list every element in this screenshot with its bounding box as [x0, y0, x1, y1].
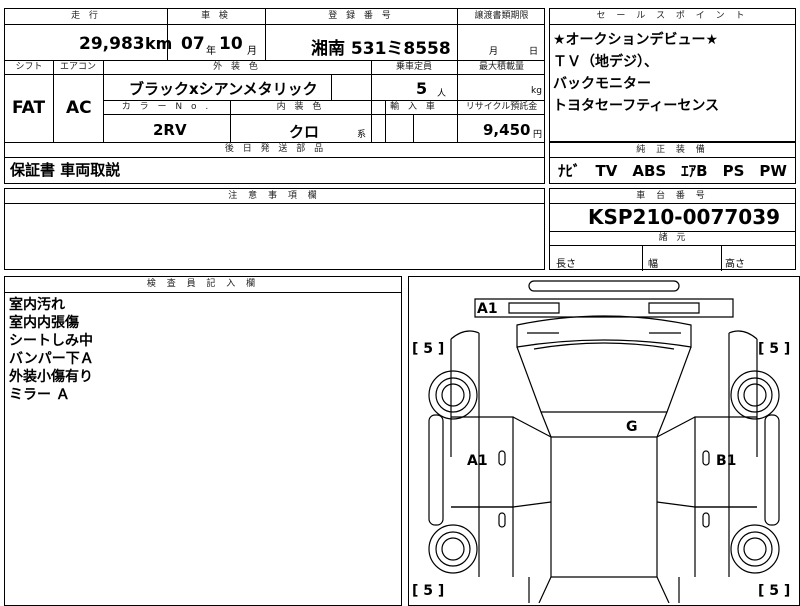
inspector-remark: 室内内張傷 — [9, 315, 79, 331]
tire-rear-right-rating: [ 5 ] — [758, 583, 791, 599]
capacity-unit: 人 — [437, 89, 447, 99]
equipment-panel: 純 正 装 備 ﾅﾋﾞ TV ABS ｴｱB PS PW — [549, 142, 796, 184]
inspector-remark: シートしみ中 — [9, 333, 93, 349]
shift-value: FAT — [12, 98, 46, 118]
inspector-panel: 検 査 員 記 入 欄 室内汚れ 室内内張傷 シートしみ中 バンパー下Ａ 外装小… — [4, 276, 402, 606]
later-parts-header: 後 日 発 送 部 品 — [224, 144, 327, 154]
damage-mark-glass: G — [626, 419, 638, 435]
chassis-header: 車 台 番 号 — [550, 189, 795, 204]
recycle-header: リサイクル預託金 — [465, 102, 538, 112]
tire-front-right-rating: [ 5 ] — [758, 341, 791, 357]
car-diagram-panel: A1 A1 B1 G [ 5 ] [ 5 ] [ 5 ] [ 5 ] — [408, 276, 800, 606]
sales-points-header: セ ー ル ス ポ イ ン ト — [550, 9, 795, 25]
later-parts-value: 保証書 車両取説 — [10, 161, 121, 179]
aircon-header: エアコン — [59, 62, 96, 72]
mileage-header: 走 行 — [71, 11, 101, 21]
sales-point-line: ★オークションデビュー★ — [553, 32, 719, 48]
interior-color-value: クロ — [289, 123, 320, 141]
equipment-value: ﾅﾋﾞ TV ABS ｴｱB PS PW — [558, 162, 787, 180]
inspector-remark: ミラー Ａ — [9, 387, 70, 403]
capacity-value: 5 — [416, 79, 428, 98]
notes-header: 注 意 事 項 欄 — [5, 189, 544, 204]
inspector-header: 検 査 員 記 入 欄 — [5, 277, 401, 293]
sales-point-line: バックモニター — [553, 76, 651, 92]
mileage-unit: km — [145, 34, 173, 53]
damage-mark-right: B1 — [716, 453, 737, 469]
transfer-month-unit: 月 — [489, 47, 499, 57]
year-unit: 年 — [206, 46, 216, 57]
shift-header: シフト — [15, 62, 43, 72]
damage-mark-front: A1 — [477, 301, 498, 317]
inspection-header: 車 検 — [201, 11, 231, 21]
color-no-value: 2RV — [153, 121, 187, 139]
aircon-value: AC — [66, 98, 92, 118]
transfer-deadline-header: 譲渡書類期限 — [474, 11, 529, 21]
exterior-color-header: 外 装 色 — [213, 62, 261, 72]
capacity-header: 乗車定員 — [395, 62, 432, 72]
chassis-panel: 車 台 番 号 KSP210-0077039 諸 元 長さ 幅 高さ — [549, 188, 796, 271]
color-no-header: カ ラ ー N o . — [121, 102, 212, 112]
sales-points-panel: セ ー ル ス ポ イ ン ト ★オークションデビュー★ ＴＶ（地デジ）、 バッ… — [549, 8, 796, 142]
tire-front-left-rating: [ 5 ] — [412, 341, 445, 357]
registration-number: 湘南 531ミ8558 — [311, 39, 451, 59]
inspection-month: 10 — [219, 34, 243, 54]
inspector-remark: 外装小傷有り — [9, 369, 93, 385]
month-unit: 月 — [247, 46, 257, 57]
sales-point-line: ＴＶ（地デジ）、 — [553, 54, 658, 70]
dims-height-label: 高さ — [725, 259, 745, 270]
inspector-remark: バンパー下Ａ — [9, 351, 94, 367]
recycle-fee-value: 9,450 — [483, 121, 531, 139]
max-load-unit: kg — [531, 86, 542, 96]
recycle-unit: 円 — [533, 130, 543, 140]
notes-panel: 注 意 事 項 欄 — [4, 188, 545, 270]
car-outline-diagram — [428, 280, 780, 603]
inspection-year: 07 — [181, 34, 205, 54]
dims-length-label: 長さ — [556, 259, 576, 270]
exterior-color-value: ブラックxシアンメタリック — [129, 80, 318, 98]
dims-header: 諸 元 — [658, 233, 689, 243]
sales-point-line: トヨタセーフティーセンス — [553, 98, 720, 114]
transfer-day-unit: 日 — [529, 47, 539, 57]
inspector-remark: 室内汚れ — [9, 297, 65, 313]
mileage-value: 29,983 — [79, 34, 145, 54]
registration-header: 登 録 番 号 — [328, 11, 394, 21]
import-header: 輸 入 車 — [390, 102, 438, 112]
chassis-number: KSP210-0077039 — [588, 205, 781, 229]
dims-width-label: 幅 — [648, 259, 658, 270]
spec-table: 走 行 車 検 登 録 番 号 譲渡書類期限 29,983 km 07 年 10… — [4, 8, 545, 184]
interior-color-header: 内 装 色 — [276, 102, 325, 112]
tire-rear-left-rating: [ 5 ] — [412, 583, 445, 599]
damage-mark-left: A1 — [467, 453, 488, 469]
max-load-header: 最大積載量 — [478, 62, 524, 72]
interior-color-suffix: 系 — [357, 130, 367, 140]
equipment-header: 純 正 装 備 — [550, 143, 795, 158]
